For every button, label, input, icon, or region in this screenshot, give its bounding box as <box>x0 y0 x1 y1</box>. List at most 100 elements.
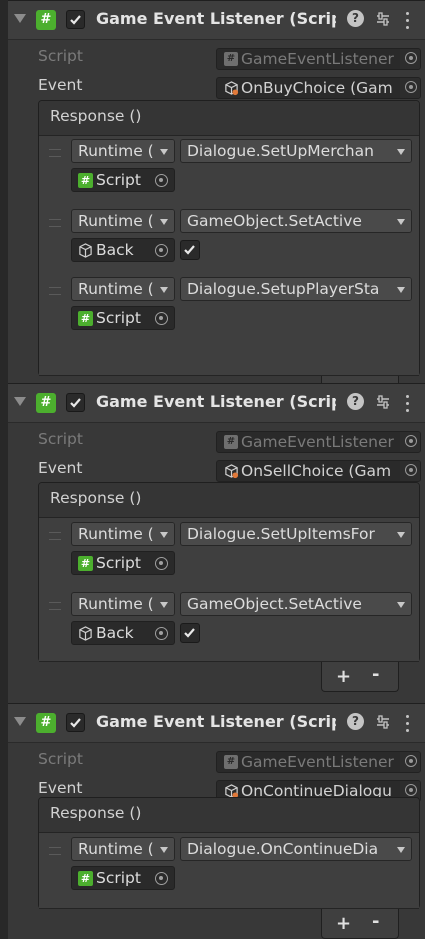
object-picker-icon[interactable] <box>155 174 168 187</box>
scriptable-object-icon <box>224 464 239 479</box>
target-object-value: Script <box>96 309 141 327</box>
event-label: Event <box>38 459 83 477</box>
event-field[interactable]: OnSellChoice (Gam <box>216 460 421 482</box>
function-dropdown[interactable]: Dialogue.SetUpMerchan <box>180 139 412 163</box>
function-dropdown[interactable]: Dialogue.SetupPlayerSta <box>180 277 412 301</box>
call-state-dropdown[interactable]: Runtime ( <box>71 139 175 163</box>
bool-argument-checkbox[interactable] <box>180 240 200 260</box>
game-event-listener-component: # Game Event Listener (Script? Script # Game… <box>8 703 425 939</box>
script-label: Script <box>38 750 83 768</box>
target-object-field[interactable]: # Script <box>71 866 175 890</box>
component-header[interactable]: # Game Event Listener (Script? <box>8 703 425 743</box>
response-list-body: Runtime (Dialogue.OnContinueDia # Script <box>39 833 419 909</box>
target-object-field[interactable]: # Script <box>71 168 175 192</box>
call-state-value: Runtime ( <box>78 595 154 613</box>
call-state-dropdown[interactable]: Runtime ( <box>71 522 175 546</box>
object-picker-icon[interactable] <box>155 244 168 257</box>
help-icon[interactable]: ? <box>347 10 364 27</box>
chevron-down-icon <box>160 847 168 853</box>
bool-argument-checkbox[interactable] <box>180 623 200 643</box>
foldout-arrow-icon[interactable] <box>14 397 26 406</box>
remove-item-button[interactable]: - <box>372 664 379 685</box>
preset-icon[interactable] <box>375 714 391 734</box>
call-state-dropdown[interactable]: Runtime ( <box>71 837 175 861</box>
add-item-button[interactable]: + <box>336 666 351 687</box>
component-header[interactable]: # Game Event Listener (Script? <box>8 0 425 40</box>
event-field[interactable]: OnBuyChoice (Gam <box>216 77 421 99</box>
chevron-down-icon <box>397 532 405 538</box>
component-enabled-checkbox[interactable] <box>66 10 85 29</box>
function-dropdown[interactable]: Dialogue.SetUpItemsFor <box>180 522 412 546</box>
csharp-script-icon: # <box>224 435 238 449</box>
drag-handle-icon[interactable] <box>49 149 61 157</box>
response-label: Response () <box>50 107 142 125</box>
kebab-menu-icon[interactable] <box>406 12 410 30</box>
target-object-value: Script <box>96 554 141 572</box>
response-header: Response () <box>39 483 419 518</box>
scriptable-object-icon <box>224 784 239 799</box>
function-value: Dialogue.SetUpItemsFor <box>187 525 375 543</box>
function-dropdown[interactable]: GameObject.SetActive <box>180 209 412 233</box>
drag-handle-icon[interactable] <box>49 847 61 855</box>
kebab-menu-icon[interactable] <box>406 715 410 733</box>
call-state-value: Runtime ( <box>78 280 154 298</box>
component-title: Game Event Listener (Script <box>96 392 336 411</box>
foldout-arrow-icon[interactable] <box>14 717 26 726</box>
script-label: Script <box>38 47 83 65</box>
function-dropdown[interactable]: Dialogue.OnContinueDia <box>180 837 412 861</box>
object-picker-icon <box>405 435 417 447</box>
script-field-value: GameEventListener <box>241 50 394 68</box>
chevron-down-icon <box>160 602 168 608</box>
kebab-menu-icon[interactable] <box>406 395 410 413</box>
target-object-field[interactable]: Back <box>71 238 175 262</box>
component-enabled-checkbox[interactable] <box>66 393 85 412</box>
target-object-value: Script <box>96 171 141 189</box>
target-object-field[interactable]: # Script <box>71 306 175 330</box>
csharp-script-icon: # <box>224 755 238 769</box>
drag-handle-icon[interactable] <box>49 287 61 295</box>
call-state-dropdown[interactable]: Runtime ( <box>71 277 175 301</box>
object-picker-icon[interactable] <box>155 627 168 640</box>
foldout-arrow-icon[interactable] <box>14 14 26 23</box>
call-state-dropdown[interactable]: Runtime ( <box>71 592 175 616</box>
target-object-field[interactable]: Back <box>71 621 175 645</box>
add-item-button[interactable]: + <box>336 913 351 934</box>
list-add-remove-controls: +- <box>321 662 399 692</box>
function-value: GameObject.SetActive <box>187 595 362 613</box>
function-dropdown[interactable]: GameObject.SetActive <box>180 592 412 616</box>
chevron-down-icon <box>397 602 405 608</box>
event-label: Event <box>38 779 83 797</box>
object-picker-icon[interactable] <box>155 872 168 885</box>
preset-icon[interactable] <box>375 11 391 31</box>
object-picker-icon[interactable] <box>155 557 168 570</box>
object-picker-icon[interactable] <box>405 81 417 93</box>
response-event-list: Response () Runtime (Dialogue.SetUpMercha… <box>38 100 420 376</box>
drag-handle-icon[interactable] <box>49 602 61 610</box>
csharp-script-icon: # <box>224 52 238 66</box>
event-label: Event <box>38 76 83 94</box>
script-field: # GameEventListener <box>216 431 421 453</box>
script-field-value: GameEventListener <box>241 753 394 771</box>
component-title: Game Event Listener (Script <box>96 712 336 731</box>
component-header[interactable]: # Game Event Listener (Script? <box>8 383 425 423</box>
event-field-value: OnSellChoice (Gam <box>241 462 392 480</box>
drag-handle-icon[interactable] <box>49 219 61 227</box>
object-picker-icon[interactable] <box>405 464 417 476</box>
call-state-dropdown[interactable]: Runtime ( <box>71 209 175 233</box>
script-field: # GameEventListener <box>216 48 421 70</box>
remove-item-button[interactable]: - <box>372 911 379 932</box>
component-enabled-checkbox[interactable] <box>66 713 85 732</box>
help-icon[interactable]: ? <box>347 713 364 730</box>
target-object-value: Back <box>96 241 134 259</box>
function-value: Dialogue.SetupPlayerSta <box>187 280 380 298</box>
target-object-field[interactable]: # Script <box>71 551 175 575</box>
preset-icon[interactable] <box>375 394 391 414</box>
help-icon[interactable]: ? <box>347 393 364 410</box>
object-picker-icon[interactable] <box>155 312 168 325</box>
response-list-body: Runtime ( Dialogue.SetUpItemsFor # Script Ru… <box>39 518 419 662</box>
component-title: Game Event Listener (Script <box>96 9 336 28</box>
object-picker-icon[interactable] <box>405 784 417 796</box>
inspector-panel: # Game Event Listener (Script? Script # Game… <box>0 0 425 939</box>
chevron-down-icon <box>397 287 405 293</box>
drag-handle-icon[interactable] <box>49 532 61 540</box>
